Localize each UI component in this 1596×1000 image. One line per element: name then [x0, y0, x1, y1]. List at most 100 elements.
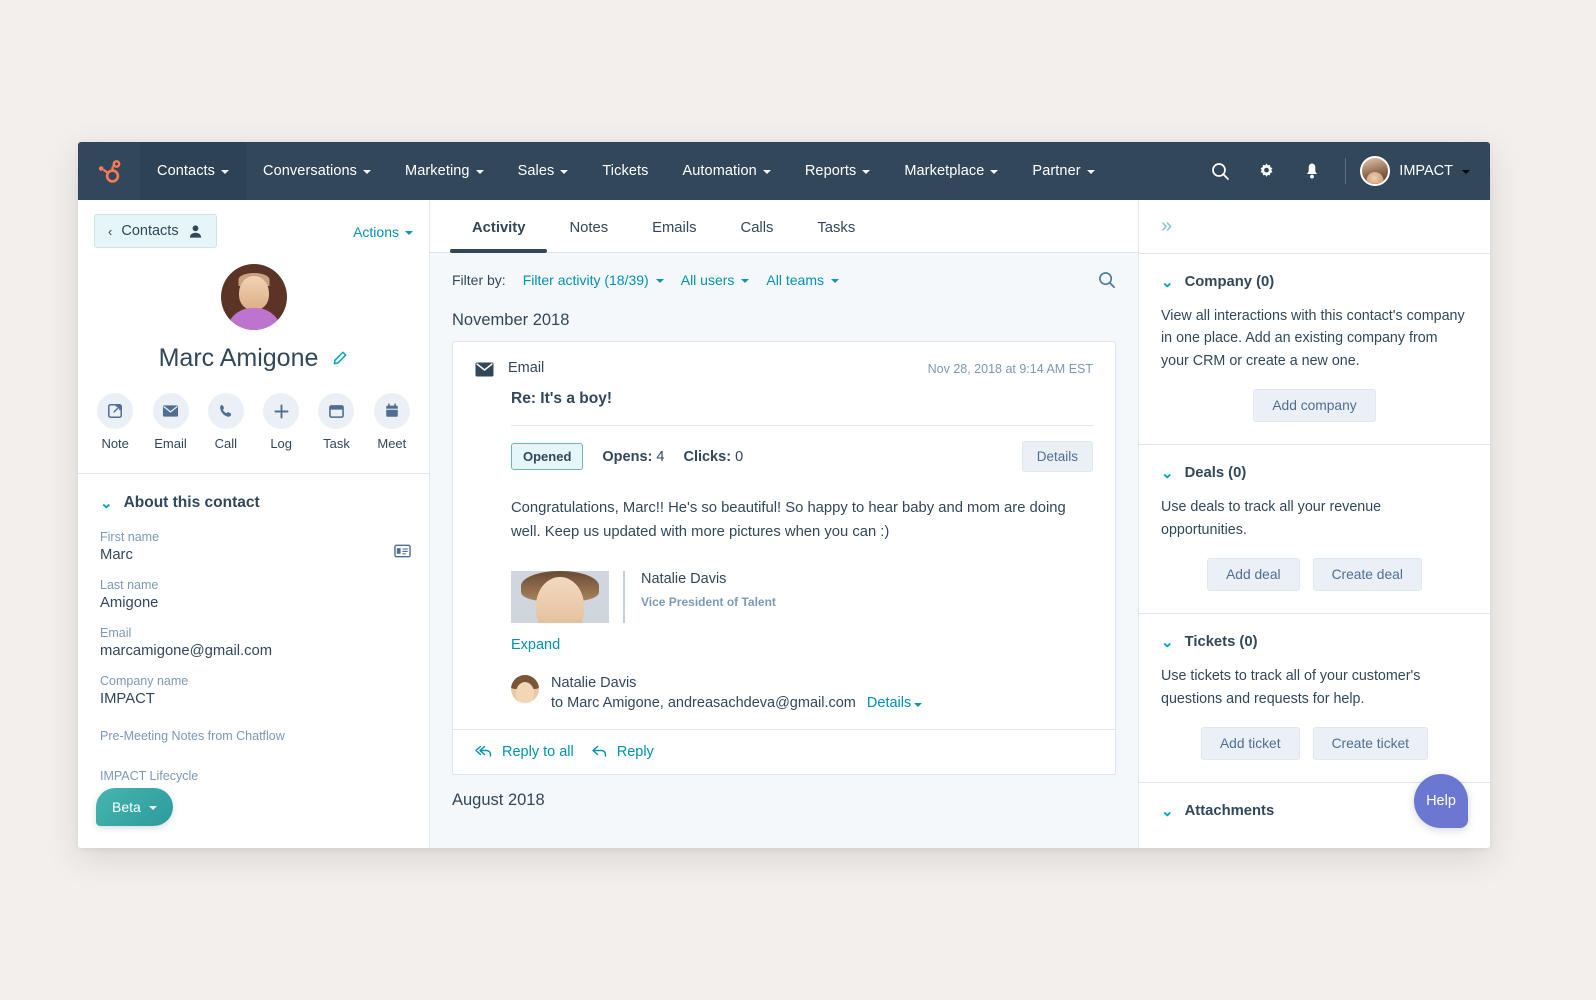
search-icon[interactable]	[1098, 271, 1116, 289]
email-signature: Natalie Davis Vice President of Talent	[511, 570, 1093, 623]
nav-item-label: Conversations	[263, 163, 358, 179]
quick-action-call[interactable]: Call	[205, 393, 247, 451]
expand-link[interactable]: Expand	[511, 637, 1093, 653]
sidebar-collapse-header: »	[1139, 200, 1490, 254]
account-menu[interactable]: IMPACT	[1356, 156, 1470, 186]
activity-type-label: Email	[508, 360, 545, 376]
filter-teams-dropdown[interactable]: All teams	[766, 272, 839, 288]
filter-label-text: All users	[680, 272, 735, 288]
add-ticket-button[interactable]: Add ticket	[1200, 727, 1300, 761]
contact-person-icon	[189, 224, 201, 238]
actions-dropdown[interactable]: Actions	[353, 214, 413, 240]
email-subject: Re: It's a boy!	[511, 390, 613, 407]
chevron-down-icon: ⌄	[1161, 464, 1174, 482]
nav-item-conversations[interactable]: Conversations	[246, 142, 388, 200]
help-button[interactable]: Help	[1414, 774, 1468, 828]
help-label: Help	[1426, 793, 1456, 809]
nav-item-tickets[interactable]: Tickets	[585, 142, 665, 200]
create-ticket-button[interactable]: Create ticket	[1312, 727, 1429, 761]
chevron-down-icon: ⌄	[1161, 633, 1174, 651]
reply-label: Reply	[616, 743, 654, 760]
panel-title: Tickets (0)	[1184, 634, 1258, 651]
field-first-name: First name Marc	[100, 530, 407, 563]
quick-action-meet[interactable]: Meet	[371, 393, 413, 451]
back-to-contacts-button[interactable]: ‹ Contacts	[94, 214, 217, 248]
panel-deals-toggle[interactable]: ⌄ Deals (0)	[1161, 465, 1468, 481]
field-value[interactable]: Amigone	[100, 595, 407, 611]
nav-item-partner[interactable]: Partner	[1015, 142, 1111, 200]
tab-calls[interactable]: Calls	[719, 200, 796, 252]
email-clicks-stat: Clicks: 0	[683, 449, 743, 465]
chevron-down-icon	[475, 170, 484, 174]
field-value[interactable]: marcamigone@gmail.com	[100, 643, 407, 659]
tabs-bar: Activity Notes Emails Calls Tasks	[430, 200, 1138, 253]
panel-description: View all interactions with this contact'…	[1161, 308, 1465, 369]
sender-details-toggle[interactable]: Details	[867, 695, 923, 711]
pencil-icon[interactable]	[331, 350, 348, 367]
tab-tasks[interactable]: Tasks	[795, 200, 877, 252]
nav-item-automation[interactable]: Automation	[665, 142, 787, 200]
signature-title: Vice President of Talent	[641, 594, 776, 609]
nav-item-sales[interactable]: Sales	[501, 142, 586, 200]
chevron-down-icon	[862, 170, 871, 174]
filter-label-text: Filter activity (18/39)	[522, 272, 649, 288]
quick-action-label: Meet	[377, 436, 407, 451]
contact-card-icon[interactable]	[394, 544, 411, 558]
filter-activity-dropdown[interactable]: Filter activity (18/39)	[523, 272, 664, 288]
quick-action-log[interactable]: Log	[260, 393, 302, 451]
chevron-down-icon	[560, 170, 569, 174]
tab-label: Activity	[472, 220, 526, 236]
search-icon[interactable]	[1197, 142, 1243, 200]
bell-icon[interactable]	[1289, 142, 1335, 200]
tab-notes[interactable]: Notes	[547, 200, 630, 252]
quick-action-label: Task	[323, 436, 350, 451]
nav-item-label: Reports	[804, 163, 857, 179]
panel-company-toggle[interactable]: ⌄ Company (0)	[1161, 274, 1468, 290]
panel-tickets-toggle[interactable]: ⌄ Tickets (0)	[1161, 634, 1468, 650]
add-company-button[interactable]: Add company	[1253, 389, 1376, 423]
double-chevron-right-icon[interactable]: »	[1161, 215, 1172, 237]
field-label: Last name	[100, 578, 159, 592]
tab-activity[interactable]: Activity	[450, 200, 548, 253]
panel-deals: ⌄ Deals (0) Use deals to track all your …	[1139, 445, 1490, 615]
nav-item-label: Sales	[517, 163, 555, 179]
chevron-down-icon	[655, 279, 664, 283]
nav-divider	[1345, 158, 1347, 184]
panel-title: Attachments	[1184, 803, 1275, 820]
hubspot-sprocket-logo-icon[interactable]	[78, 142, 140, 200]
field-label: Email	[100, 626, 132, 640]
nav-item-marketplace[interactable]: Marketplace	[887, 142, 1015, 200]
nav-item-label: Marketplace	[904, 163, 985, 179]
reply-button[interactable]: Reply	[592, 744, 654, 760]
contact-sidebar: ‹ Contacts Actions Marc Amigone Note Ema…	[78, 200, 430, 848]
add-deal-button[interactable]: Add deal	[1207, 558, 1300, 592]
opens-value: 4	[656, 448, 665, 465]
filter-by-label: Filter by:	[452, 272, 506, 288]
field-value[interactable]: IMPACT	[100, 691, 407, 707]
panel-buttons: Add deal Create deal	[1161, 558, 1468, 592]
chevron-down-icon	[221, 170, 230, 174]
beta-badge-button[interactable]: Beta	[96, 788, 173, 826]
filter-bar: Filter by: Filter activity (18/39) All u…	[430, 253, 1138, 303]
quick-action-email[interactable]: Email	[149, 393, 191, 451]
panel-tickets: ⌄ Tickets (0) Use tickets to track all o…	[1139, 614, 1490, 784]
nav-item-contacts[interactable]: Contacts	[140, 142, 247, 200]
quick-action-task[interactable]: Task	[315, 393, 357, 451]
field-value[interactable]: Marc	[100, 547, 407, 563]
about-section-toggle[interactable]: ⌄ About this contact	[100, 494, 407, 512]
email-sender-row: Natalie Davis to Marc Amigone, andreasac…	[511, 674, 1093, 729]
create-deal-button[interactable]: Create deal	[1312, 558, 1422, 592]
activity-timestamp: Nov 28, 2018 at 9:14 AM EST	[927, 362, 1093, 376]
panel-company: ⌄ Company (0) View all interactions with…	[1139, 254, 1490, 446]
gear-icon[interactable]	[1243, 142, 1289, 200]
reply-to-all-button[interactable]: Reply to all	[475, 744, 574, 760]
email-body-text: Congratulations, Marc!! He's so beautifu…	[511, 500, 1066, 540]
tab-emails[interactable]: Emails	[630, 200, 718, 252]
nav-item-label: Contacts	[157, 163, 216, 179]
nav-item-marketing[interactable]: Marketing	[388, 142, 501, 200]
filter-users-dropdown[interactable]: All users	[681, 272, 750, 288]
email-details-button[interactable]: Details	[1021, 441, 1093, 472]
quick-action-note[interactable]: Note	[94, 393, 136, 451]
sender-recipients-row: to Marc Amigone, andreasachdeva@gmail.co…	[551, 695, 923, 711]
nav-item-reports[interactable]: Reports	[788, 142, 887, 200]
